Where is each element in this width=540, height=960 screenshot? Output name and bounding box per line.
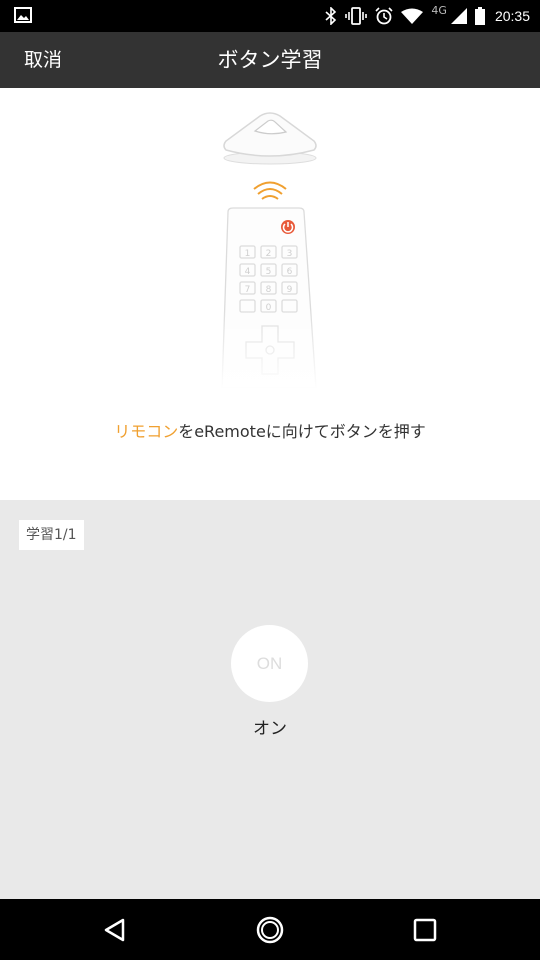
keypad-key-label: 6 (287, 267, 293, 277)
learn-panel: 学習1/1 ON オン (0, 500, 540, 899)
home-icon[interactable] (252, 912, 288, 948)
on-button-label: オン (253, 719, 287, 739)
keypad-key-label: 4 (245, 267, 251, 277)
learning-illustration: 1234567890 (215, 112, 325, 388)
alarm-icon (375, 7, 393, 25)
clock: 20:35 (494, 8, 530, 24)
page-title: ボタン学習 (217, 48, 323, 72)
image-icon (14, 7, 32, 23)
wifi-icon (401, 8, 424, 24)
eremote-device-icon (223, 112, 317, 165)
keypad-key-label: 7 (245, 285, 251, 295)
instruction-body: をeRemoteに向けてボタンを押す (178, 422, 426, 441)
battery-icon (474, 7, 485, 25)
signal-icon (450, 8, 467, 24)
keypad-key-label: 2 (266, 249, 272, 259)
navigation-bar (0, 899, 540, 960)
back-icon[interactable] (97, 912, 133, 948)
keypad-key-label: 3 (287, 249, 293, 259)
toolbar: 取消 ボタン学習 (0, 32, 540, 88)
network-type: 4G (431, 3, 447, 17)
keypad-key-label: 8 (266, 285, 272, 295)
signal-waves-icon (253, 181, 287, 200)
on-button[interactable]: ON (231, 625, 308, 702)
instruction-highlight: リモコン (114, 422, 179, 441)
vibrate-icon (345, 7, 368, 25)
learn-progress-badge: 学習1/1 (19, 520, 84, 550)
cancel-button[interactable]: 取消 (24, 32, 62, 88)
recents-icon[interactable] (407, 912, 443, 948)
keypad-key-label: 1 (245, 249, 251, 259)
keypad-key-label: 5 (266, 267, 272, 277)
status-bar: 4G 20:35 (0, 0, 540, 32)
bluetooth-icon (325, 7, 337, 25)
keypad-key-label: 9 (287, 285, 293, 295)
instruction-text: リモコンをeRemoteに向けてボタンを押す (0, 418, 540, 442)
